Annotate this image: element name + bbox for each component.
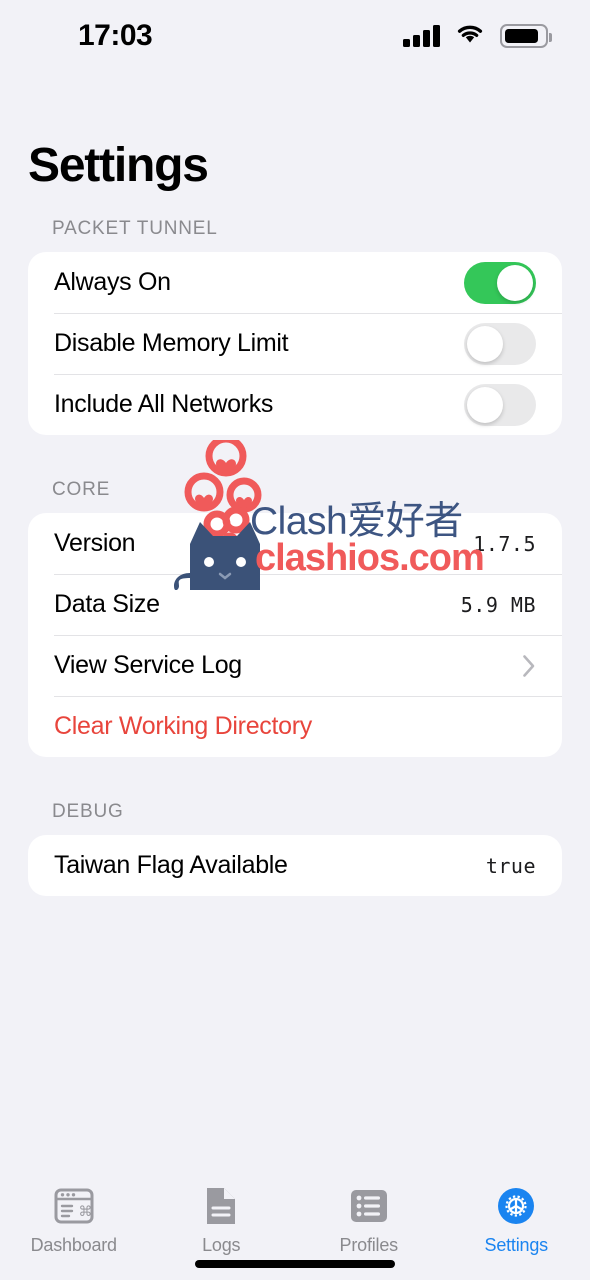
section-header-core: CORE	[52, 479, 111, 500]
wifi-icon	[455, 23, 485, 50]
row-label: View Service Log	[54, 651, 242, 679]
section-packet-tunnel: Always On Disable Memory Limit Include A…	[28, 252, 562, 435]
status-bar: 17:03	[0, 0, 590, 72]
data-size-value: 5.9 MB	[460, 592, 536, 617]
section-header-packet-tunnel: PACKET TUNNEL	[52, 218, 218, 239]
row-version: Version 1.7.5	[28, 513, 562, 574]
row-data-size: Data Size 5.9 MB	[28, 574, 562, 635]
row-label: Version	[54, 529, 136, 557]
home-indicator	[195, 1260, 395, 1268]
tab-dashboard[interactable]: ⌘ Dashboard	[0, 1184, 148, 1256]
battery-icon	[500, 24, 552, 48]
row-disable-memory-limit[interactable]: Disable Memory Limit	[28, 313, 562, 374]
row-label: Include All Networks	[54, 390, 274, 418]
row-label: Clear Working Directory	[54, 712, 312, 740]
row-include-all-networks[interactable]: Include All Networks	[28, 374, 562, 435]
row-view-service-log[interactable]: View Service Log	[28, 635, 562, 696]
status-bar-indicators	[403, 23, 552, 50]
row-taiwan-flag-available: Taiwan Flag Available true	[28, 835, 562, 896]
section-header-debug: DEBUG	[52, 801, 124, 822]
taiwan-flag-value: true	[485, 853, 536, 878]
svg-text:⌘: ⌘	[78, 1204, 92, 1220]
app-screen: 17:03 Settings PACKET TUNNEL Always On D…	[0, 0, 590, 1280]
tab-label: Dashboard	[30, 1235, 117, 1255]
version-value: 1.7.5	[473, 531, 536, 556]
document-icon	[199, 1184, 243, 1228]
dashboard-window-icon: ⌘	[52, 1184, 96, 1228]
list-icon	[347, 1184, 391, 1228]
section-core: Version 1.7.5 Data Size 5.9 MB View Serv…	[28, 513, 562, 757]
tab-label: Profiles	[339, 1235, 399, 1255]
page-title: Settings	[28, 139, 209, 192]
tab-label: Logs	[202, 1235, 241, 1255]
tab-profiles[interactable]: Profiles	[295, 1184, 443, 1256]
row-label: Data Size	[54, 590, 160, 618]
chevron-right-icon	[522, 654, 536, 678]
toggle-include-all-networks[interactable]	[464, 383, 536, 426]
status-bar-time: 17:03	[78, 19, 153, 52]
toggle-disable-memory-limit[interactable]	[464, 322, 536, 365]
settings-list: PACKET TUNNEL Always On Disable Memory L…	[0, 218, 590, 896]
toggle-always-on[interactable]	[464, 261, 536, 304]
section-debug: Taiwan Flag Available true	[28, 835, 562, 896]
row-label: Always On	[54, 268, 171, 296]
tab-bar: ⌘ Dashboard Logs Profiles Settings	[0, 1172, 590, 1280]
tab-logs[interactable]: Logs	[148, 1184, 296, 1256]
gear-icon	[494, 1184, 538, 1228]
row-label: Taiwan Flag Available	[54, 851, 288, 879]
tab-label: Settings	[484, 1235, 549, 1255]
tab-settings[interactable]: Settings	[443, 1184, 590, 1256]
row-label: Disable Memory Limit	[54, 329, 289, 357]
row-always-on[interactable]: Always On	[28, 252, 562, 313]
cellular-signal-icon	[403, 25, 440, 47]
row-clear-working-directory[interactable]: Clear Working Directory	[28, 696, 562, 757]
